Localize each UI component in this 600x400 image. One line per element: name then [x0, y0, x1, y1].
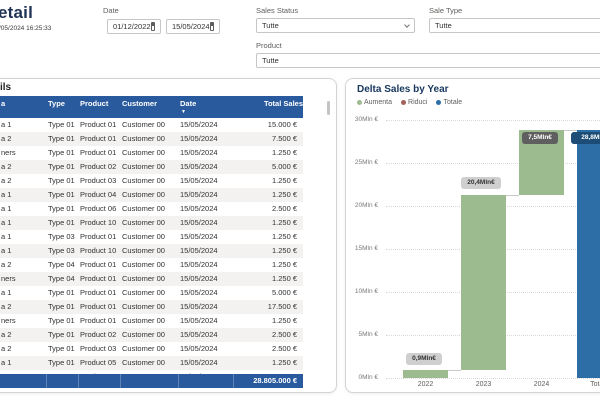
bar-label-pill: 28,8Mln€	[571, 131, 600, 144]
y-axis-label: 0Mln €	[358, 374, 378, 381]
bar-label-pill: 0,9Mln€	[406, 353, 442, 365]
x-axis-label-Totale: Totale	[590, 381, 600, 388]
dashboard-screen: etail /05/2024 16:25:33 Date 01/12/2022 …	[0, 0, 600, 400]
gridline	[386, 120, 600, 121]
bar-label-pill: 7,5Mln€	[522, 131, 558, 144]
waterfall-bar-Totale[interactable]	[577, 130, 600, 378]
waterfall-bar-2022[interactable]	[403, 370, 448, 378]
x-axis-label-2023: 2023	[475, 381, 492, 388]
gridline	[386, 378, 600, 379]
bar-connector	[448, 370, 461, 372]
y-axis-label: 25Mln €	[354, 159, 378, 166]
x-axis-label-2024: 2024	[533, 381, 550, 388]
gridline	[386, 163, 600, 164]
bar-connector	[506, 194, 519, 196]
x-axis-label-2022: 2022	[417, 381, 434, 388]
y-axis-label: 30Mln €	[354, 116, 378, 123]
chart-plot-area: 0Mln € 5Mln € 10Mln € 15Mln € 20Mln € 25Mln €…	[0, 0, 600, 400]
y-axis-label: 15Mln €	[354, 245, 378, 252]
y-axis-label: 5Mln €	[358, 331, 378, 338]
bar-label-pill: 20,4Mln€	[461, 177, 501, 189]
y-axis-label: 20Mln €	[354, 202, 378, 209]
y-axis-label: 10Mln €	[354, 288, 378, 295]
waterfall-bar-2023[interactable]	[461, 194, 506, 371]
